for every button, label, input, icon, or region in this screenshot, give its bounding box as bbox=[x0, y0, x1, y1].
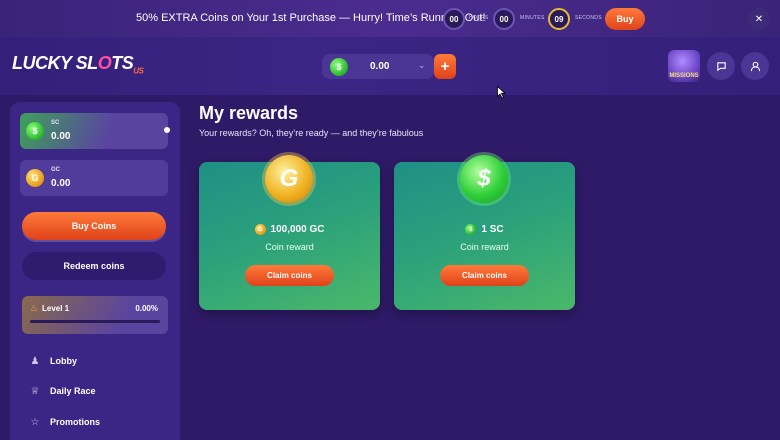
chevron-down-icon: ⌄ bbox=[418, 60, 426, 70]
nav-lobby-label: Lobby bbox=[50, 356, 77, 366]
nav-promotions-label: Promotions bbox=[50, 417, 101, 427]
gold-coin-icon: G bbox=[254, 224, 266, 235]
minutes-counter: 00 bbox=[493, 8, 515, 30]
level-percent: 0.00% bbox=[135, 304, 158, 313]
sidebar: $ SC 0.00 G GC 0.00 Buy Coins Redeem coi… bbox=[10, 102, 180, 440]
sweep-coin-icon: $ bbox=[330, 58, 348, 76]
wallet-balance: 0.00 bbox=[370, 61, 390, 72]
reward-card-sc: $ $ 1 SC Coin reward Claim coins bbox=[394, 155, 575, 310]
nav-daily-race-label: Daily Race bbox=[50, 386, 96, 396]
gc-label: GC bbox=[51, 167, 60, 173]
selected-indicator bbox=[164, 127, 170, 133]
seconds-counter: 09 bbox=[548, 8, 570, 30]
gold-coin-icon: G bbox=[26, 169, 44, 187]
hours-label: HOURS bbox=[469, 15, 489, 21]
chat-icon bbox=[716, 61, 726, 71]
star-icon: ☆ bbox=[30, 416, 40, 428]
minutes-label: MINUTES bbox=[520, 15, 545, 21]
promo-buy-button[interactable]: Buy bbox=[605, 8, 645, 30]
seconds-label: SECONDS bbox=[575, 15, 602, 21]
gc-balance-card[interactable]: G GC 0.00 bbox=[20, 160, 168, 196]
promo-text: 50% EXTRA Coins on Your 1st Purchase — H… bbox=[136, 12, 486, 24]
logo[interactable]: LUCKY SLOTSUS bbox=[12, 53, 144, 76]
top-header: LUCKY SLOTSUS $ 0.00 ⌄ + MISSIONS bbox=[0, 37, 780, 95]
claim-coins-button[interactable]: Claim coins bbox=[440, 265, 529, 286]
sc-label: SC bbox=[51, 120, 60, 126]
missions-button[interactable]: MISSIONS bbox=[668, 50, 700, 82]
level-card[interactable]: ♨ Level 1 0.00% bbox=[22, 296, 168, 334]
level-progress-bar bbox=[30, 320, 160, 323]
sc-value: 0.00 bbox=[51, 131, 71, 142]
redeem-coins-button[interactable]: Redeem coins bbox=[22, 252, 166, 280]
sweep-coin-icon: $ bbox=[460, 155, 508, 203]
reward-subtitle: Coin reward bbox=[265, 242, 314, 252]
chat-button[interactable] bbox=[707, 52, 735, 80]
reward-card-gc: G G 100,000 GC Coin reward Claim coins bbox=[199, 155, 380, 310]
page-title: My rewards bbox=[199, 103, 299, 123]
reward-amount: $ 1 SC bbox=[394, 224, 575, 235]
nav-promotions[interactable]: ☆ Promotions bbox=[28, 414, 101, 430]
claim-coins-button[interactable]: Claim coins bbox=[245, 265, 334, 286]
nav-lobby[interactable]: ♟ Lobby bbox=[28, 353, 77, 369]
nav-daily-race[interactable]: ♕ Daily Race bbox=[28, 383, 96, 399]
sc-balance-card[interactable]: $ SC 0.00 bbox=[20, 113, 170, 149]
flame-icon: ♨ bbox=[30, 303, 39, 313]
user-icon bbox=[750, 61, 760, 71]
page-subtitle: Your rewards? Oh, they’re ready — and th… bbox=[199, 128, 424, 138]
close-icon[interactable]: ✕ bbox=[748, 8, 770, 30]
wallet-selector[interactable]: $ 0.00 ⌄ bbox=[322, 54, 434, 79]
level-label: Level 1 bbox=[42, 304, 70, 313]
lobby-icon: ♟ bbox=[30, 355, 40, 367]
sweep-coin-icon: $ bbox=[465, 224, 477, 235]
promo-bar: 50% EXTRA Coins on Your 1st Purchase — H… bbox=[0, 0, 780, 37]
hours-counter: 00 bbox=[443, 8, 465, 30]
profile-button[interactable] bbox=[741, 52, 769, 80]
buy-coins-button[interactable]: Buy Coins bbox=[22, 212, 166, 240]
add-coins-button[interactable]: + bbox=[434, 54, 456, 79]
gold-coin-icon: G bbox=[265, 155, 313, 203]
trophy-icon: ♕ bbox=[30, 385, 40, 397]
sweep-coin-icon: $ bbox=[26, 122, 44, 140]
reward-subtitle: Coin reward bbox=[460, 242, 509, 252]
reward-amount: G 100,000 GC bbox=[199, 224, 380, 235]
mouse-cursor-icon bbox=[497, 86, 506, 99]
gc-value: 0.00 bbox=[51, 178, 71, 189]
